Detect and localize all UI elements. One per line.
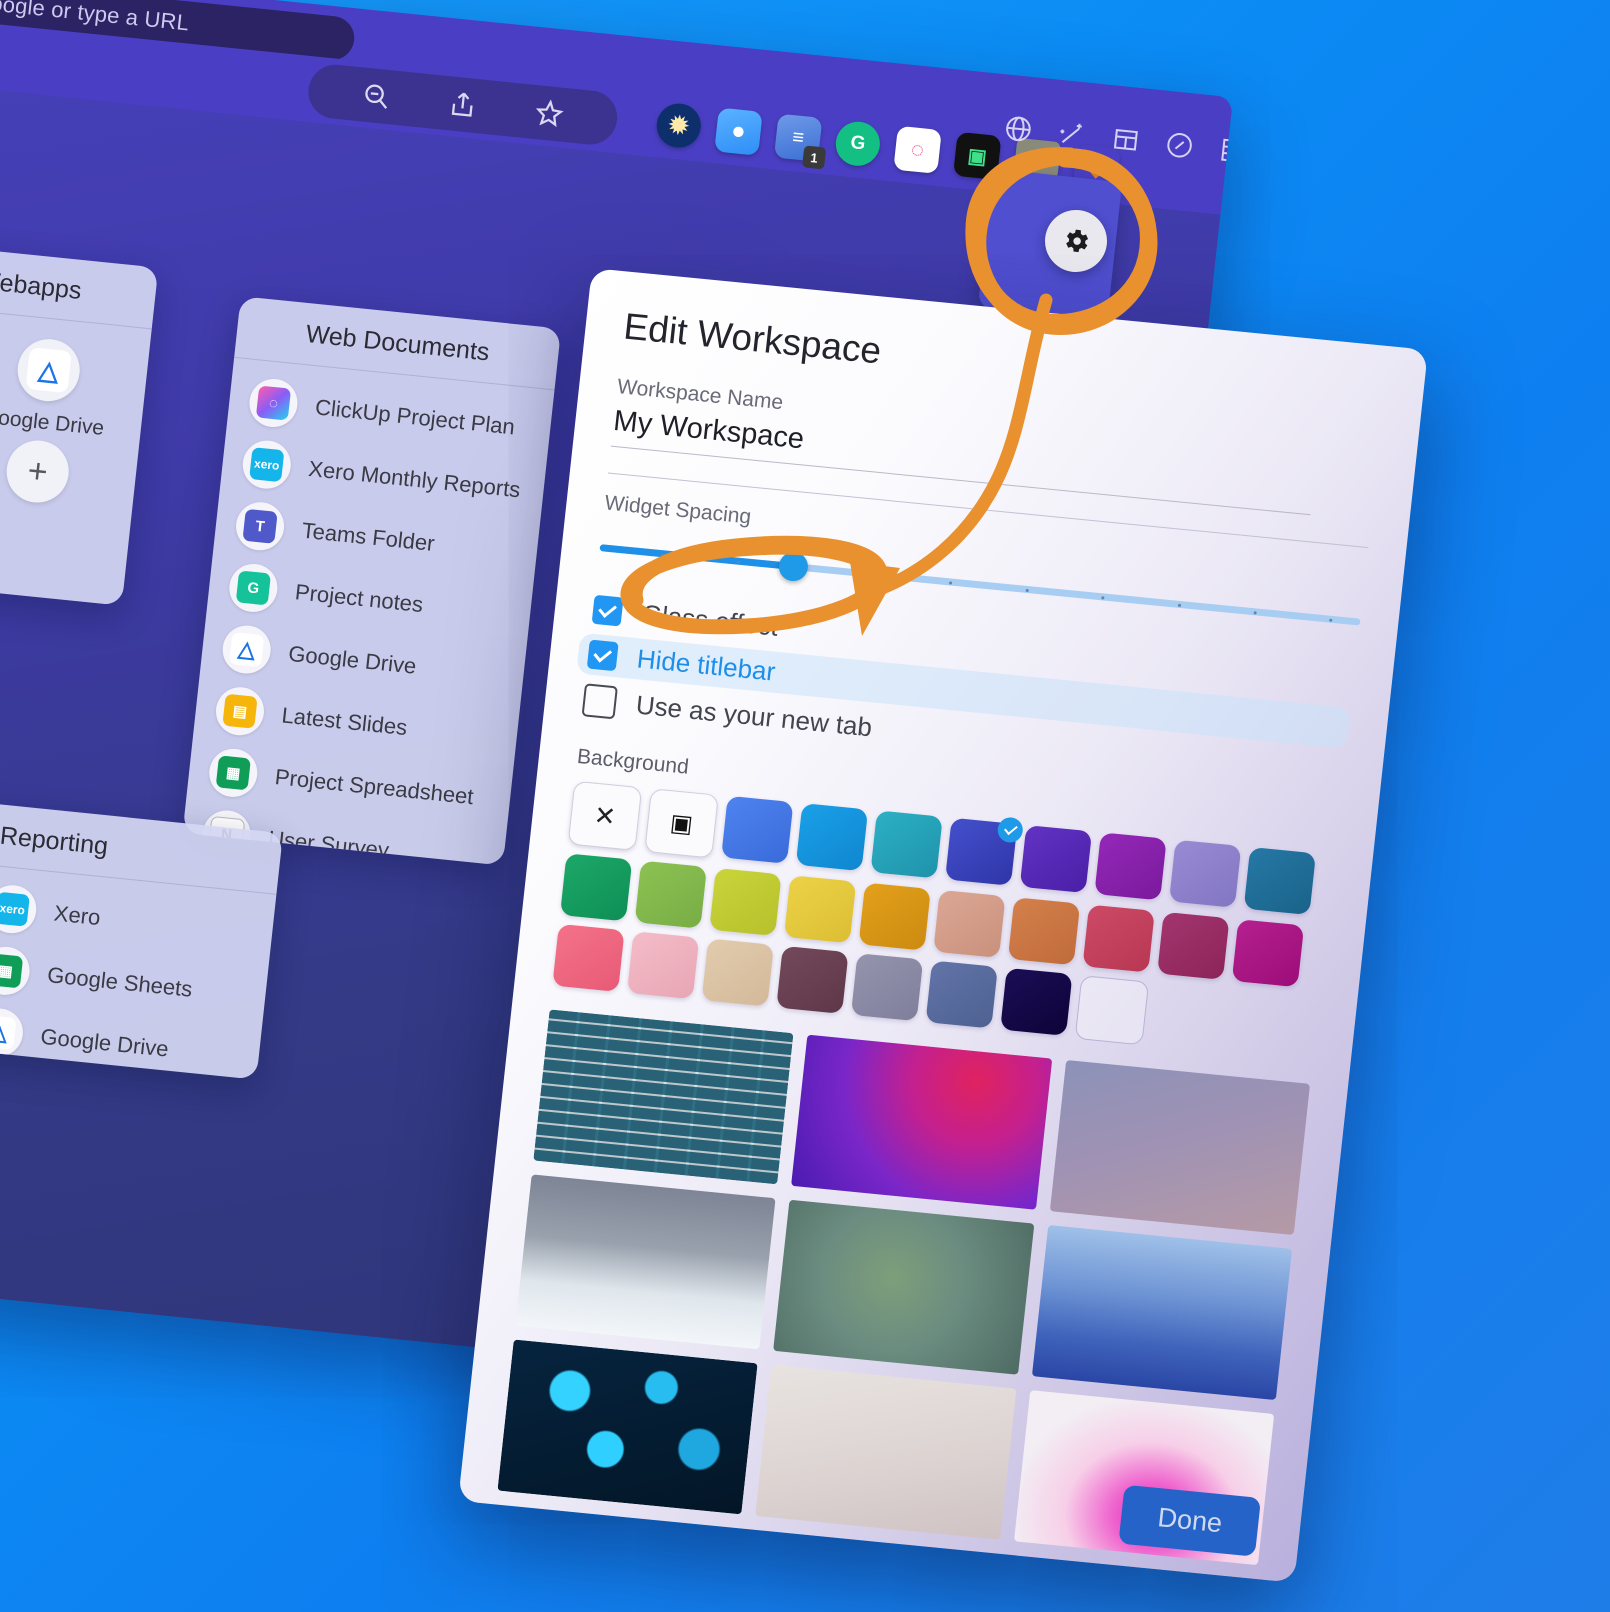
slider-fill [599, 544, 798, 571]
compass-icon[interactable] [1163, 129, 1196, 162]
blue-mountain-layers-wallpaper[interactable] [1031, 1225, 1293, 1401]
custom-image-swatch[interactable]: ▣ [644, 788, 719, 859]
color-swatch[interactable] [858, 882, 931, 951]
grammarly-extension-icon[interactable]: G [833, 119, 883, 168]
table-icon[interactable] [1109, 123, 1142, 156]
chat-extension-icon[interactable]: ● [714, 107, 763, 156]
add-app-icon[interactable]: + [3, 437, 72, 506]
color-swatch[interactable] [1243, 846, 1317, 916]
color-swatch[interactable] [925, 960, 998, 1029]
widget-reporting[interactable]: Reporting xero Xero ▦ Google Sheets △ Googl… [0, 802, 284, 1080]
widget-web-documents[interactable]: Web Documents ◌ ClickUp Project Plan xero… [182, 296, 562, 866]
color-swatch[interactable] [626, 931, 700, 1000]
color-swatch[interactable] [559, 853, 633, 922]
color-swatch[interactable] [1082, 904, 1155, 973]
checkbox-unchecked-icon [581, 683, 618, 720]
app-tile-google-drive[interactable]: △ Google Drive [0, 331, 136, 443]
color-swatch[interactable] [776, 945, 849, 1014]
xero-icon: xero [240, 438, 294, 491]
clickup-extension-icon[interactable]: ◌ [893, 125, 942, 174]
color-swatch[interactable] [1094, 832, 1167, 901]
google-drive-icon: △ [14, 336, 83, 405]
checkbox-checked-icon [591, 594, 624, 627]
list-item-label: Project Spreadsheet [273, 764, 475, 810]
slider-thumb[interactable] [776, 550, 809, 583]
clickup-icon: ◌ [246, 376, 300, 430]
screen: Search Google or type a URL ✹ ● ≡1 G ◌ ▣… [0, 0, 1610, 1612]
magic-wand-icon[interactable] [1056, 118, 1089, 151]
list-item-label: Google Drive [287, 640, 418, 679]
color-swatch[interactable] [1168, 839, 1242, 908]
checkbox-label: Glass effect [640, 598, 780, 642]
grammarly-icon: G [226, 561, 280, 615]
color-swatch[interactable] [1231, 919, 1305, 988]
color-swatch[interactable] [701, 938, 774, 1007]
color-swatch[interactable] [709, 867, 782, 937]
checkbox-checked-icon [586, 639, 619, 672]
color-swatch[interactable] [933, 889, 1006, 958]
blue-brick-wall-wallpaper[interactable] [533, 1009, 794, 1185]
list-item-label: Teams Folder [300, 517, 436, 556]
list-item-label: ClickUp Project Plan [313, 394, 517, 440]
color-swatch[interactable] [634, 860, 707, 929]
app-label: Google Drive [0, 404, 106, 440]
zoom-out-icon[interactable] [359, 79, 392, 112]
color-swatch[interactable] [1157, 911, 1230, 980]
color-swatch[interactable] [1000, 967, 1073, 1036]
color-swatch[interactable] [552, 923, 625, 992]
xero-icon: xero [0, 882, 39, 936]
docs-extension-badge: 1 [802, 145, 827, 170]
widget-title: Swordfish Webapps [0, 230, 159, 330]
muted-mauve-gradient-wallpaper[interactable] [1049, 1059, 1311, 1236]
document-list: xero Xero ▦ Google Sheets △ Google Drive [0, 864, 276, 1080]
star-icon[interactable] [533, 97, 566, 130]
sparkle-extension-icon[interactable]: ✹ [654, 101, 704, 150]
edit-workspace-dialog: Edit Workspace Workspace Name My Workspa… [458, 268, 1429, 1583]
google-drive-icon: △ [220, 623, 274, 676]
share-icon[interactable] [446, 88, 479, 121]
list-item-label: Google Sheets [46, 962, 194, 1002]
google-drive-icon: △ [0, 1006, 26, 1059]
grid-icon[interactable] [1217, 134, 1234, 167]
list-item-label: Project notes [293, 579, 425, 618]
docs-extension-icon[interactable]: ≡ 1 [773, 113, 827, 170]
color-swatch[interactable] [1007, 897, 1081, 966]
app-grid: ● Mailchimp △ Google Drive N Notion + [0, 292, 152, 570]
color-swatch[interactable] [795, 803, 869, 872]
app-tile-add[interactable]: + [0, 432, 125, 544]
color-swatch-selected[interactable] [945, 816, 1025, 886]
list-item-label: Latest Slides [280, 702, 409, 741]
list-item-label: User Survey [267, 825, 391, 863]
color-swatch[interactable] [721, 795, 794, 864]
color-swatch[interactable] [1019, 825, 1093, 894]
done-button[interactable]: Done [1118, 1484, 1262, 1557]
color-swatch-empty[interactable] [1074, 975, 1150, 1046]
no-background-swatch[interactable]: ✕ [567, 780, 643, 851]
snowy-mountain-bird-wallpaper[interactable] [515, 1174, 776, 1350]
list-item-label: Google Drive [39, 1023, 170, 1062]
document-list: ◌ ClickUp Project Plan xero Xero Monthly R… [182, 358, 554, 866]
green-blur-wallpaper[interactable] [773, 1199, 1035, 1375]
widget-swordfish-webapps[interactable]: Swordfish Webapps ● Mailchimp △ Google D… [0, 230, 159, 606]
selected-check-icon [996, 816, 1025, 844]
list-item-label: Xero Monthly Reports [307, 455, 522, 503]
teams-icon: T [233, 500, 287, 553]
google-sheets-icon: ▦ [206, 746, 260, 800]
color-swatch[interactable] [870, 810, 943, 879]
globe-icon[interactable] [1002, 112, 1035, 145]
list-item-label: Xero [52, 900, 102, 931]
google-sheets-icon: ▦ [0, 944, 33, 998]
color-swatch[interactable] [850, 953, 924, 1022]
gear-icon [1066, 229, 1089, 253]
colorpick-extension-icon[interactable]: ▣ [952, 131, 1002, 180]
google-slides-icon: ▤ [213, 684, 267, 738]
color-swatch[interactable] [783, 875, 857, 944]
magenta-purple-gradient-wallpaper[interactable] [791, 1034, 1052, 1210]
